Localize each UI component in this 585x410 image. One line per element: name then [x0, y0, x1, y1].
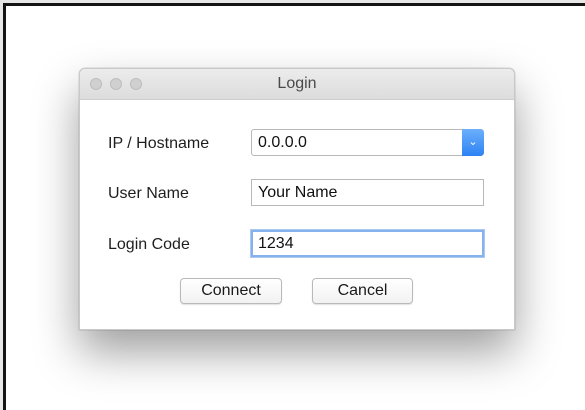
login-code-field[interactable]: 1234: [251, 230, 484, 257]
login-code-label: Login Code: [108, 236, 190, 253]
user-name-field[interactable]: Your Name: [251, 179, 484, 206]
login-dialog: Login IP / Hostname 0.0.0.0 ⌄ User Name …: [79, 68, 515, 330]
title-bar[interactable]: Login: [80, 69, 514, 100]
dialog-title: Login: [277, 75, 317, 92]
connect-button[interactable]: Connect: [180, 278, 282, 304]
cancel-button[interactable]: Cancel: [312, 278, 413, 304]
user-name-label: User Name: [108, 185, 189, 202]
host-combobox[interactable]: 0.0.0.0 ⌄: [251, 129, 484, 156]
screenshot-frame: Login IP / Hostname 0.0.0.0 ⌄ User Name …: [3, 3, 585, 410]
chevron-down-icon[interactable]: ⌄: [462, 129, 484, 156]
host-label: IP / Hostname: [108, 135, 210, 152]
host-value[interactable]: 0.0.0.0: [258, 130, 307, 155]
